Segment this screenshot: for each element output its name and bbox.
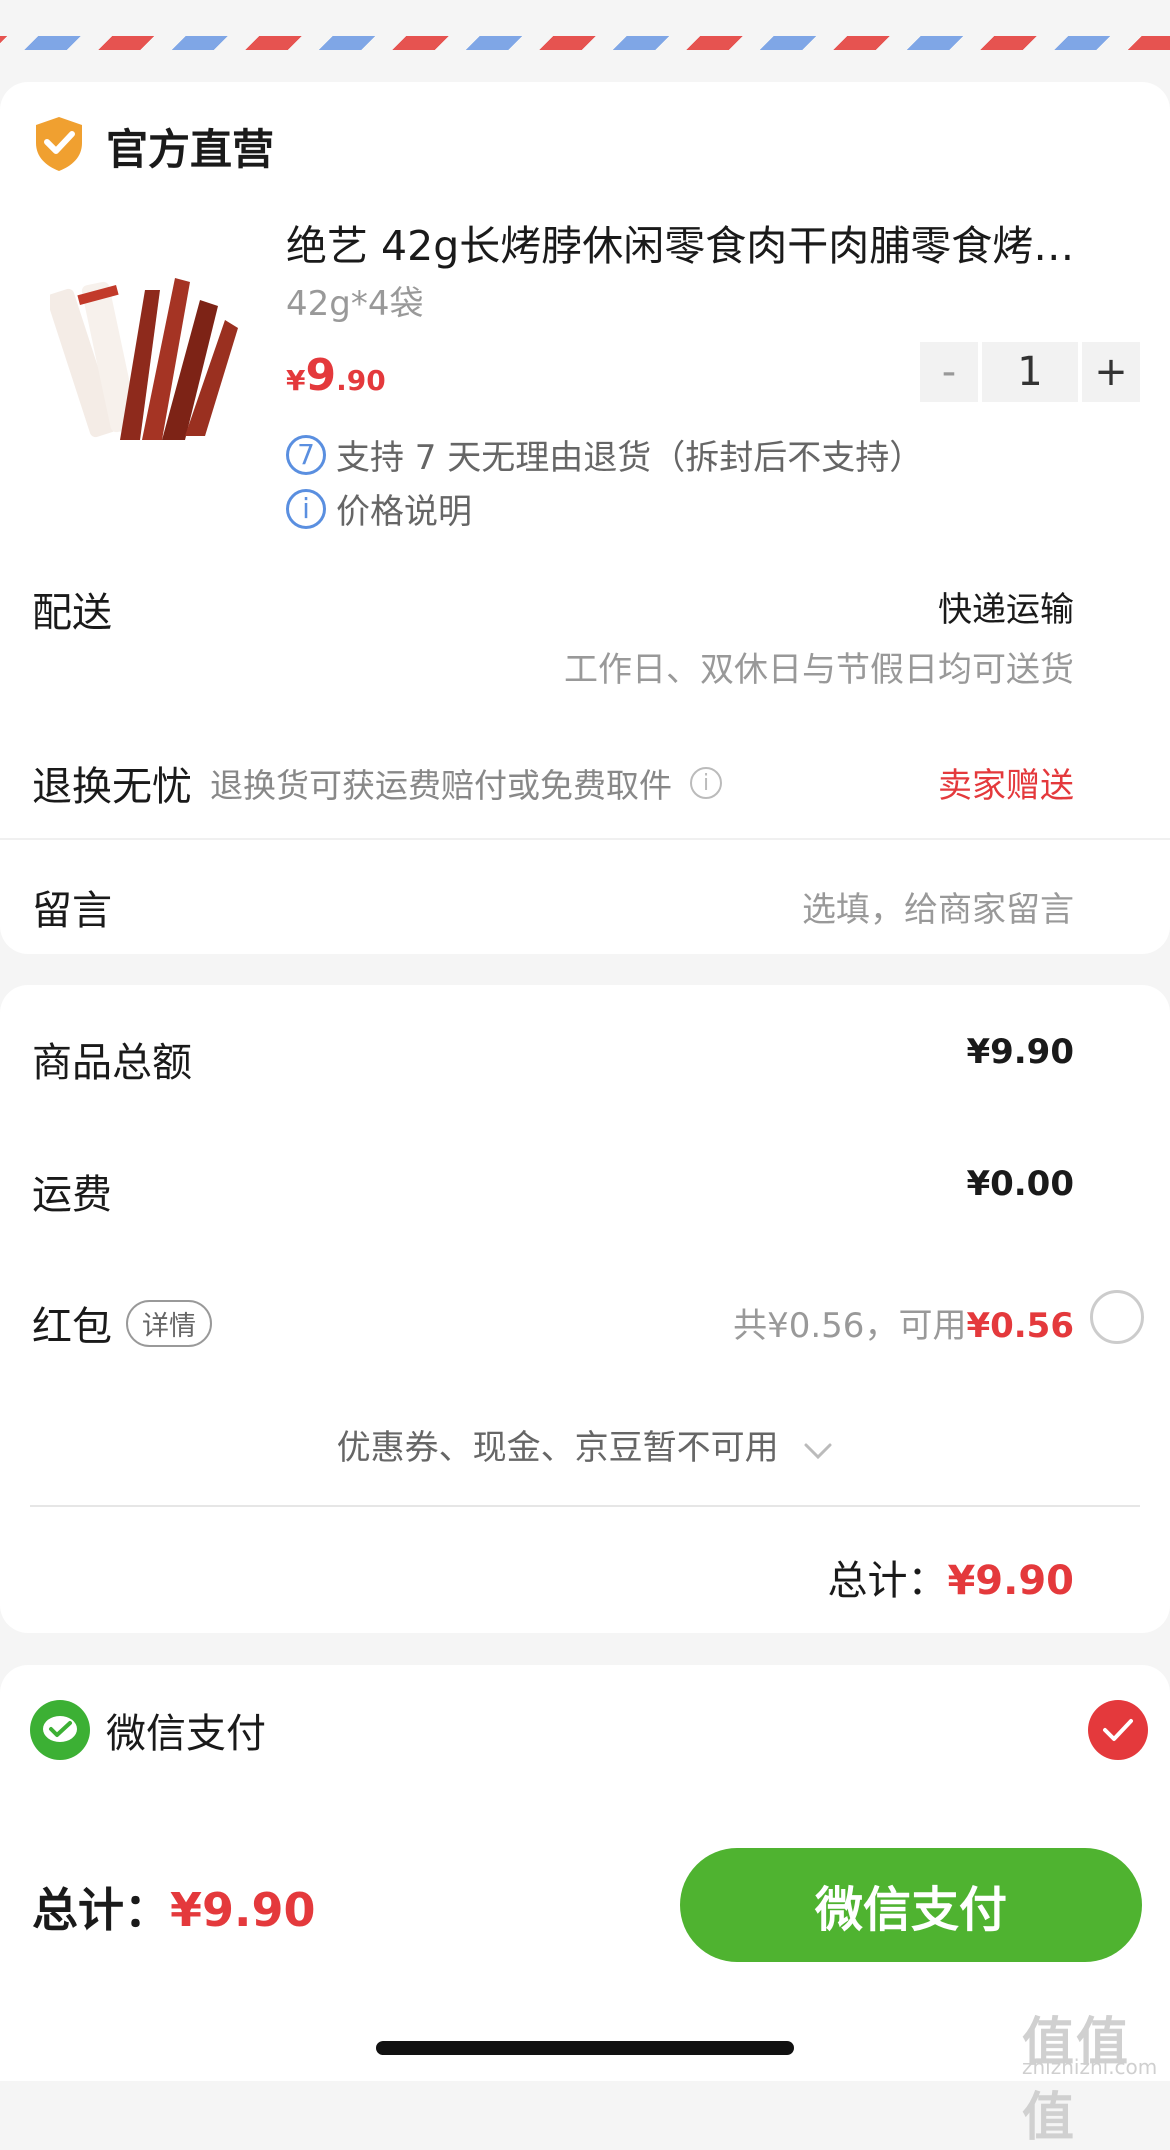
message-input[interactable]: 选填，给商家留言 — [802, 882, 1074, 931]
wechat-pay-label: 微信支付 — [106, 1711, 266, 1757]
watermark-url: zhizhizhi.com — [1022, 2055, 1158, 2079]
selected-check-icon[interactable] — [1088, 1700, 1148, 1760]
goods-total-label: 商品总额 — [32, 1040, 192, 1086]
goods-total-value: ¥9.90 — [966, 1032, 1074, 1072]
product-thumbnail[interactable] — [47, 250, 240, 450]
red-packet-total: 共¥0.56，可用 — [733, 1306, 967, 1346]
price-currency: ¥ — [286, 364, 306, 397]
wechat-pay-button[interactable]: 微信支付 — [680, 1848, 1142, 1962]
chevron-down-icon — [803, 1430, 833, 1470]
return-worry-value: 卖家赠送 — [938, 766, 1074, 806]
red-packet-radio[interactable] — [1090, 1290, 1144, 1344]
quantity-value[interactable]: 1 — [982, 342, 1078, 402]
footer-total-value: ¥9.90 — [170, 1883, 316, 1937]
summary-total: 总计：¥9.90 — [827, 1548, 1074, 1606]
home-indicator[interactable] — [376, 2041, 794, 2055]
info-icon[interactable]: i — [690, 767, 722, 799]
wechat-pay-icon — [30, 1700, 90, 1760]
shipping-value: ¥0.00 — [966, 1164, 1074, 1204]
store-header: 官方直营 — [32, 115, 274, 177]
product-price: ¥9.90 — [286, 350, 386, 401]
return-policy-line[interactable]: 7 支持 7 天无理由退货（拆封后不支持） — [286, 430, 923, 479]
return-policy-text: 支持 7 天无理由退货（拆封后不支持） — [336, 438, 924, 478]
delivery-method[interactable]: 快递运输 — [938, 582, 1074, 631]
wechat-pay-option[interactable]: 微信支付 — [30, 1700, 266, 1760]
summary-divider — [30, 1505, 1140, 1507]
divider — [0, 838, 1170, 840]
quantity-stepper: - 1 + — [920, 342, 1140, 402]
red-packet-row: 红包 详情 — [32, 1294, 212, 1352]
message-label: 留言 — [32, 888, 112, 934]
envelope-stripe — [0, 36, 1170, 50]
price-note-text: 价格说明 — [336, 492, 472, 532]
return-worry-label: 退换无忧 — [32, 764, 192, 810]
shipping-label: 运费 — [32, 1172, 112, 1218]
delivery-detail: 工作日、双休日与节假日均可送货 — [564, 650, 1074, 690]
increase-button[interactable]: + — [1082, 342, 1140, 402]
red-packet-available: ¥0.56 — [966, 1306, 1074, 1346]
shield-check-icon — [32, 115, 86, 177]
return-worry-row[interactable]: 退换无忧 退换货可获运费赔付或免费取件 i — [32, 754, 722, 812]
summary-total-label: 总计： — [827, 1558, 948, 1604]
product-title[interactable]: 绝艺 42g长烤脖休闲零食肉干肉脯零食烤… — [286, 212, 1106, 272]
delivery-label: 配送 — [32, 590, 112, 636]
coupon-note: 优惠券、现金、京豆暂不可用 — [336, 1428, 779, 1468]
price-decimal: .90 — [336, 364, 386, 397]
coupon-expander[interactable]: 优惠券、现金、京豆暂不可用 — [0, 1420, 1170, 1470]
return-worry-desc: 退换货可获运费赔付或免费取件 — [210, 766, 672, 805]
price-integer: 9 — [305, 350, 337, 401]
info-icon: i — [286, 488, 326, 529]
store-title: 官方直营 — [106, 124, 275, 174]
red-packet-label: 红包 — [32, 1304, 112, 1350]
product-spec: 42g*4袋 — [286, 284, 424, 324]
footer-total: 总计：¥9.90 — [32, 1874, 316, 1940]
decrease-button[interactable]: - — [920, 342, 978, 402]
red-packet-detail-tag[interactable]: 详情 — [126, 1299, 212, 1347]
seven-days-icon: 7 — [286, 434, 326, 475]
summary-total-value: ¥9.90 — [947, 1558, 1074, 1604]
footer-total-label: 总计： — [32, 1883, 170, 1937]
price-note-line[interactable]: i 价格说明 — [286, 484, 472, 533]
red-packet-amount: 共¥0.56，可用¥0.56 — [733, 1298, 1074, 1347]
